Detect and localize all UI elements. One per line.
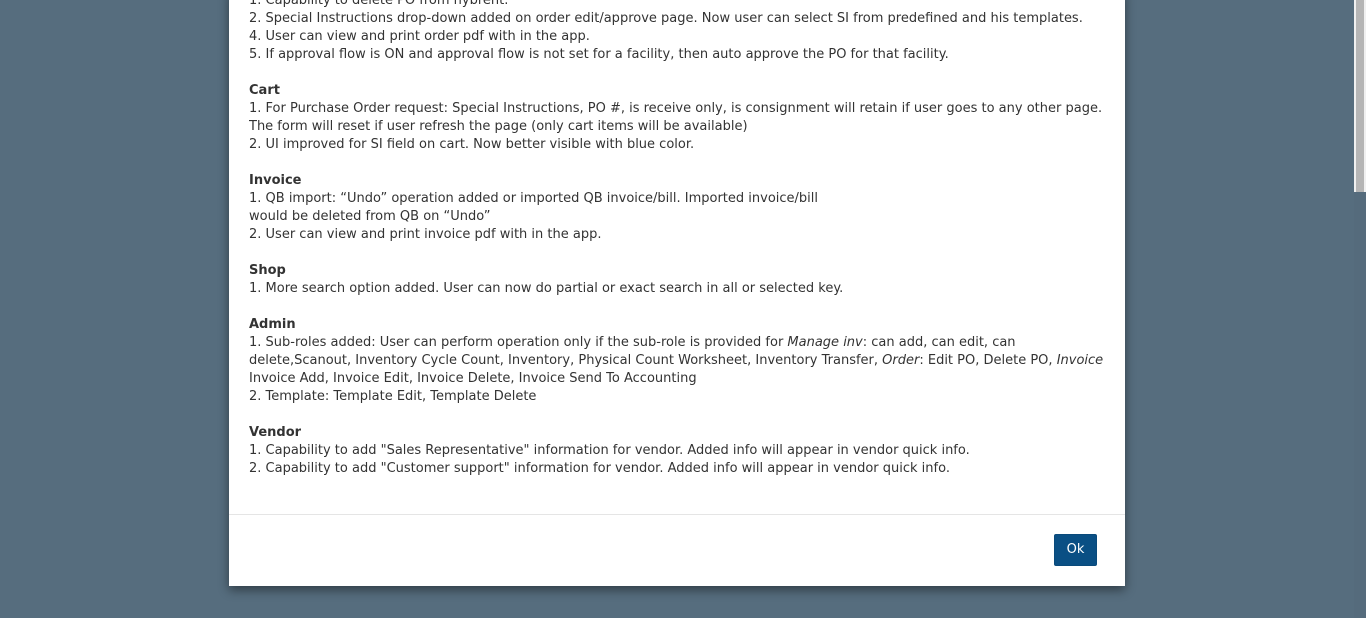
invoice-note-1-cont: would be deleted from QB on “Undo”: [249, 209, 491, 224]
section-title-admin: Admin: [249, 317, 296, 332]
scrollbar-track: [1354, 192, 1366, 618]
section-vendor: Vendor 1. Capability to add "Sales Repre…: [249, 424, 1105, 478]
section-title-vendor: Vendor: [249, 425, 302, 440]
admin-note-1-text-d: Invoice Add, Invoice Edit, Invoice Delet…: [249, 371, 697, 386]
admin-note-1-text-c: : Edit PO, Delete PO,: [919, 353, 1057, 368]
dialog-footer: Ok: [229, 514, 1125, 587]
admin-note-1-order: Order: [882, 353, 920, 368]
invoice-note-2: 2. User can view and print invoice pdf w…: [249, 227, 602, 242]
section-title-cart: Cart: [249, 83, 280, 98]
invoice-note-1: 1. QB import: “Undo” operation added or …: [249, 191, 819, 206]
ok-button[interactable]: Ok: [1054, 534, 1097, 566]
vendor-note-1: 1. Capability to add "Sales Representati…: [249, 443, 970, 458]
admin-note-1-invoice: Invoice: [1056, 353, 1104, 368]
section-invoice: Invoice 1. QB import: “Undo” operation a…: [249, 172, 1105, 244]
cart-note-1: 1. For Purchase Order request: Special I…: [249, 101, 1103, 134]
vendor-note-2: 2. Capability to add "Customer support" …: [249, 461, 950, 476]
order-note-5: 5. If approval flow is ON and approval f…: [249, 47, 949, 62]
cart-note-2: 2. UI improved for SI field on cart. Now…: [249, 137, 695, 152]
order-note-2: 2. Special Instructions drop-down added …: [249, 11, 1083, 26]
page-scrollbar[interactable]: [1354, 0, 1366, 618]
admin-note-1-text-a: 1. Sub-roles added: User can perform ope…: [249, 335, 788, 350]
admin-note-2: 2. Template: Template Edit, Template Del…: [249, 389, 537, 404]
section-shop: Shop 1. More search option added. User c…: [249, 262, 1105, 298]
section-admin: Admin 1. Sub-roles added: User can perfo…: [249, 316, 1105, 406]
section-title-shop: Shop: [249, 263, 286, 278]
section-cart: Cart 1. For Purchase Order request: Spec…: [249, 82, 1105, 154]
dialog-body: 1. Capability to delete PO from hybrent.…: [249, 0, 1105, 512]
shop-note-1: 1. More search option added. User can no…: [249, 281, 844, 296]
scrollbar-thumb[interactable]: [1356, 0, 1364, 192]
admin-note-1-manage-inv: Manage inv: [787, 335, 863, 350]
order-note-4: 4. User can view and print order pdf wit…: [249, 29, 590, 44]
section-title-invoice: Invoice: [249, 173, 302, 188]
release-notes-dialog: 1. Capability to delete PO from hybrent.…: [229, 0, 1125, 586]
order-note-1: 1. Capability to delete PO from hybrent.: [249, 0, 509, 8]
admin-note-1: 1. Sub-roles added: User can perform ope…: [249, 334, 1105, 388]
release-notes-content: 1. Capability to delete PO from hybrent.…: [249, 0, 1105, 496]
section-order: 1. Capability to delete PO from hybrent.…: [249, 0, 1105, 64]
